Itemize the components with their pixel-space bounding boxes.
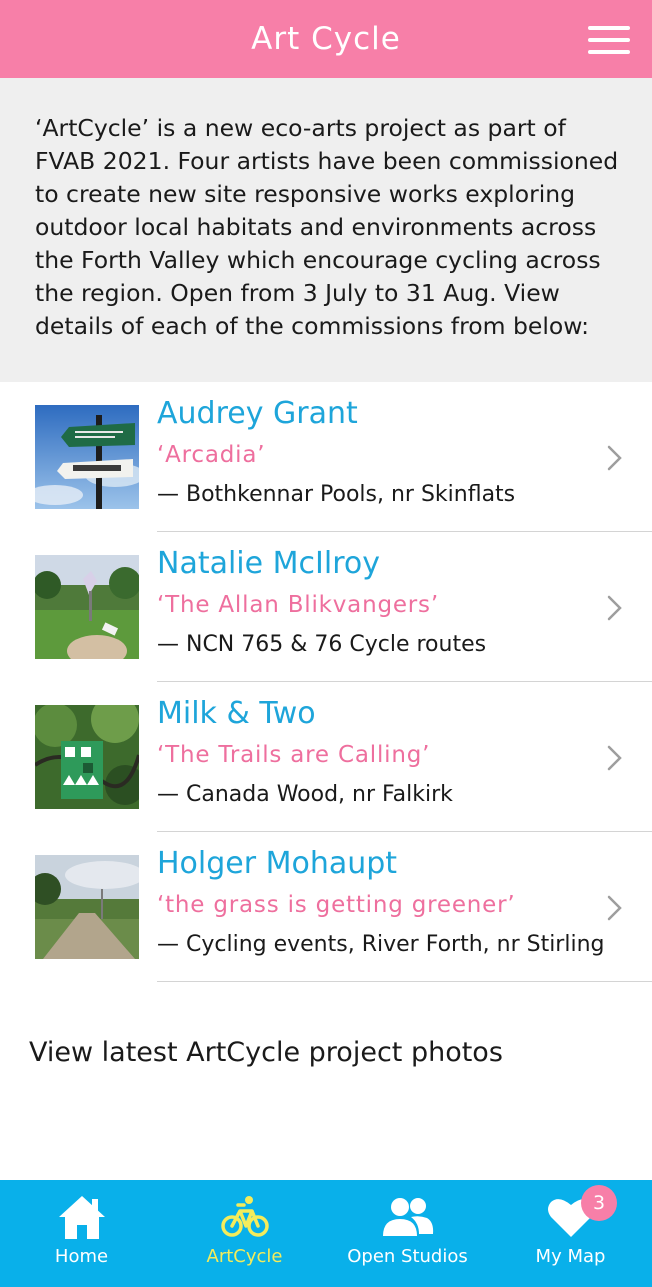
- commission-list: Audrey Grant ‘Arcadia’ — Bothkennar Pool…: [0, 382, 652, 982]
- artist-name: Milk & Two: [157, 696, 316, 731]
- app-header: Art Cycle: [0, 0, 652, 78]
- tab-my-map[interactable]: My Map 3: [489, 1180, 652, 1287]
- work-location: — Cycling events, River Forth, nr Stirli…: [157, 932, 605, 957]
- chevron-right-icon: [607, 895, 622, 921]
- tab-artcycle[interactable]: ArtCycle: [163, 1180, 326, 1287]
- divider: [157, 981, 652, 982]
- tab-label: My Map: [535, 1246, 606, 1267]
- artist-name: Audrey Grant: [157, 396, 358, 431]
- tab-home[interactable]: Home: [0, 1180, 163, 1287]
- tab-open-studios[interactable]: Open Studios: [326, 1180, 489, 1287]
- work-location: — Canada Wood, nr Falkirk: [157, 782, 453, 807]
- notification-badge: 3: [581, 1185, 617, 1221]
- hamburger-menu-icon[interactable]: [588, 26, 630, 54]
- work-title: ‘Arcadia’: [157, 442, 266, 468]
- tab-label: ArtCycle: [206, 1246, 283, 1267]
- bottom-tab-bar: Home ArtCycle Open Studios My Map 3: [0, 1180, 652, 1287]
- page-title: Art Cycle: [251, 21, 401, 57]
- chevron-right-icon: [607, 595, 622, 621]
- intro-section: ‘ArtCycle’ is a new eco-arts project as …: [0, 78, 652, 382]
- commission-item-audrey-grant[interactable]: Audrey Grant ‘Arcadia’ — Bothkennar Pool…: [0, 382, 652, 532]
- chevron-right-icon: [607, 445, 622, 471]
- commission-item-milk-and-two[interactable]: Milk & Two ‘The Trails are Calling’ — Ca…: [0, 682, 652, 832]
- work-location: — NCN 765 & 76 Cycle routes: [157, 632, 487, 657]
- commission-thumbnail: [35, 855, 139, 959]
- work-title: ‘The Allan Blikvangers’: [157, 592, 439, 618]
- commission-thumbnail: [35, 405, 139, 509]
- commission-item-natalie-mcilroy[interactable]: Natalie McIlroy ‘The Allan Blikvangers’ …: [0, 532, 652, 682]
- bicycle-icon: [220, 1192, 270, 1242]
- tab-label: Open Studios: [347, 1246, 468, 1267]
- commission-item-holger-mohaupt[interactable]: Holger Mohaupt ‘the grass is getting gre…: [0, 832, 652, 982]
- work-title: ‘the grass is getting greener’: [157, 892, 516, 918]
- house-icon: [57, 1192, 107, 1242]
- intro-text: ‘ArtCycle’ is a new eco-arts project as …: [35, 114, 619, 340]
- artist-name: Holger Mohaupt: [157, 846, 398, 881]
- work-title: ‘The Trails are Calling’: [157, 742, 431, 768]
- chevron-right-icon: [607, 745, 622, 771]
- tab-label: Home: [54, 1246, 109, 1267]
- commission-thumbnail: [35, 555, 139, 659]
- artist-name: Natalie McIlroy: [157, 546, 380, 581]
- view-photos-link[interactable]: View latest ArtCycle project photos: [29, 1037, 503, 1068]
- commission-thumbnail: [35, 705, 139, 809]
- people-icon: [381, 1192, 435, 1242]
- work-location: — Bothkennar Pools, nr Skinflats: [157, 482, 516, 507]
